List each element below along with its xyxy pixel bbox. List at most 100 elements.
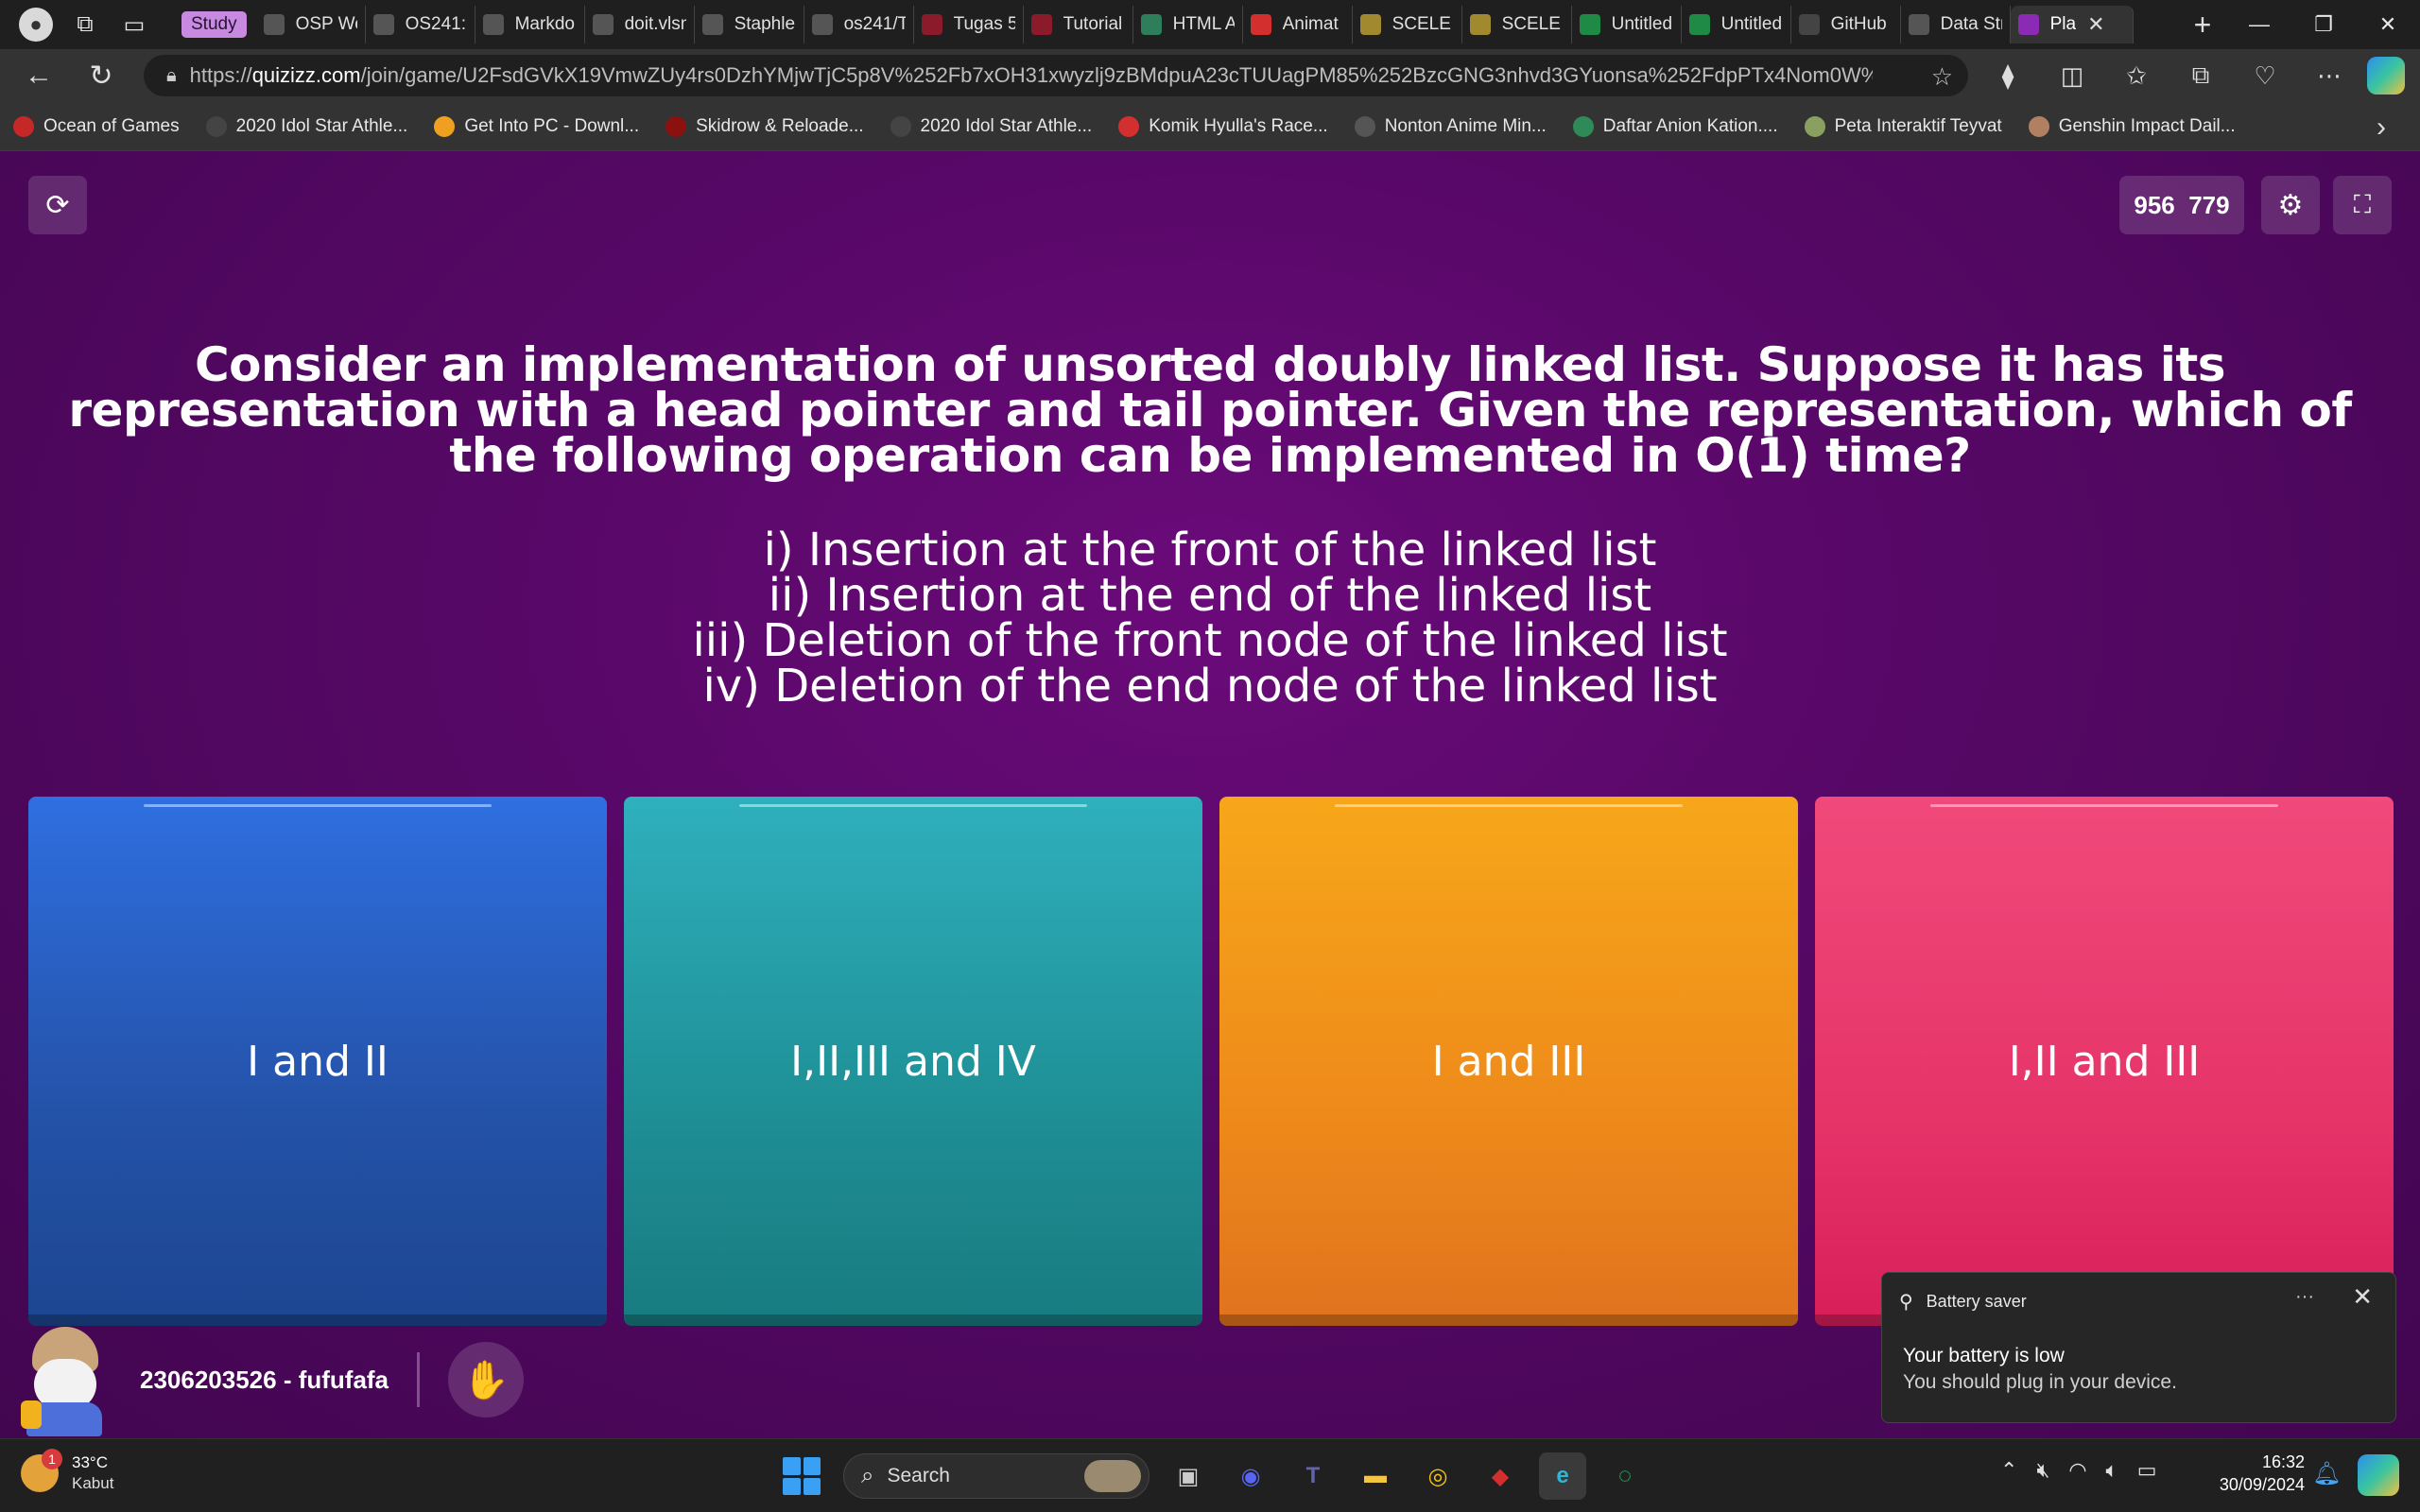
browser-essentials-icon[interactable]: ♡ (2233, 61, 2297, 91)
mcafee-icon[interactable]: ◆ (1477, 1452, 1524, 1500)
bookmark-item[interactable]: Komik Hyulla's Race... (1118, 115, 1328, 137)
workspaces-icon[interactable]: ⧉ (60, 0, 110, 49)
browser-tab[interactable]: OS241: (366, 6, 475, 43)
browser-tab[interactable]: Animat (1243, 6, 1353, 43)
bookmark-label: Peta Interaktif Teyvat (1834, 115, 2002, 136)
close-window-button[interactable]: ✕ (2356, 0, 2420, 49)
taskbar-apps: ⌕ Search ▣ ◉ T ▬ ◎ ◆ e ◌ (783, 1452, 1649, 1500)
browser-tab[interactable]: doit.vlsn (585, 6, 695, 43)
avatar (19, 1323, 123, 1436)
browser-tab[interactable]: OSP We (256, 6, 366, 43)
document-icon (1908, 14, 1929, 35)
vertical-tabs-icon[interactable]: ▭ (110, 0, 159, 49)
browser-tab[interactable]: GitHub (1791, 6, 1901, 43)
bookmark-item[interactable]: 2020 Idol Star Athle... (205, 115, 407, 137)
close-icon[interactable]: ✕ (2352, 1282, 2373, 1312)
restore-button[interactable]: ❐ (2291, 0, 2356, 49)
bookmark-item[interactable]: Genshin Impact Dail... (2028, 115, 2236, 137)
lock-icon[interactable]: 🔒︎ (166, 65, 177, 87)
browser-tab[interactable]: Markdo (475, 6, 585, 43)
bookmarks-overflow-chevron-icon[interactable]: › (2377, 112, 2386, 144)
tab-title: Tugas 5 (953, 14, 1015, 34)
bookmark-item[interactable]: Ocean of Games (13, 115, 180, 137)
battery-icon[interactable]: ▭ (2137, 1458, 2157, 1483)
circle-icon (205, 115, 227, 137)
battery-saver-notification[interactable]: ⚲ Battery saver ··· ✕ Your battery is lo… (1881, 1272, 2396, 1423)
whatsapp-icon[interactable]: ◌ (1601, 1452, 1649, 1500)
collections-icon[interactable]: ⧉ (2169, 60, 2233, 91)
bookmark-item[interactable]: Nonton Anime Min... (1354, 115, 1547, 137)
windows-start-icon[interactable] (783, 1457, 821, 1495)
map-icon (1804, 115, 1825, 137)
tab-group-label[interactable]: Study (182, 11, 247, 38)
option-i: i) Insertion at the front of the linked … (763, 524, 1657, 576)
norton-icon[interactable]: ◎ (1414, 1452, 1461, 1500)
weather-widget[interactable]: 1 33°C Kabut (21, 1449, 113, 1494)
reload-question-button[interactable]: ⟳ (28, 176, 87, 234)
mute-icon[interactable]: 🔇︎ (2036, 1458, 2049, 1483)
refresh-icon: ⟳ (45, 189, 70, 221)
refresh-button[interactable]: ↻ (70, 49, 132, 102)
tab-title: Markdo (514, 14, 575, 34)
bookmark-item[interactable]: Skidrow & Reloade... (666, 115, 864, 137)
copilot-taskbar-icon[interactable] (2358, 1454, 2399, 1496)
answer-card-3[interactable]: I and III (1219, 797, 1798, 1326)
copilot-icon[interactable] (2367, 57, 2405, 94)
file-explorer-icon[interactable]: ▬ (1352, 1452, 1399, 1500)
volume-icon[interactable]: 🔈︎ (2106, 1458, 2118, 1483)
clock[interactable]: 16:32 30/09/2024 (2206, 1451, 2305, 1496)
new-tab-button[interactable]: + (2178, 0, 2227, 49)
url-text[interactable]: https://quizizz.com/join/game/U2FsdGVkX1… (190, 63, 1873, 88)
edge-icon[interactable]: e (1539, 1452, 1586, 1500)
fullscreen-button[interactable]: ⛶ (2333, 176, 2392, 234)
teams-icon[interactable]: T (1289, 1452, 1337, 1500)
discord-icon[interactable]: ◉ (1227, 1452, 1274, 1500)
browser-tab[interactable]: Untitled (1572, 6, 1682, 43)
browser-tab[interactable]: SCELE F (1353, 6, 1462, 43)
bookmark-item[interactable]: Peta Interaktif Teyvat (1804, 115, 2002, 137)
browser-tab[interactable]: HTML A (1133, 6, 1243, 43)
back-button[interactable]: ← (8, 49, 70, 102)
raise-hand-button[interactable]: ✋ (448, 1342, 525, 1418)
browser-tab[interactable]: Staphler (695, 6, 804, 43)
answer-card-1[interactable]: I and II (28, 797, 607, 1326)
browser-tab[interactable]: Pla ✕ (2010, 6, 2134, 43)
favorite-star-icon[interactable]: ☆ (1931, 62, 1953, 92)
notification-title: Your battery is low (1903, 1345, 2065, 1366)
answer-label: I and II (247, 1037, 389, 1086)
notification-bell-icon[interactable]: 🔔︎ (2312, 1460, 2341, 1487)
answer-card-4[interactable]: I,II and III (1815, 797, 2394, 1326)
settings-button[interactable]: ⚙ (2261, 176, 2320, 234)
bookmarks-bar: Ocean of Games 2020 Idol Star Athle... Get… (0, 102, 2420, 151)
bookmark-item[interactable]: Daftar Anion Kation.... (1572, 115, 1778, 137)
taskbar-search[interactable]: ⌕ Search (843, 1453, 1150, 1499)
minimize-button[interactable]: — (2227, 0, 2291, 49)
browser-tab[interactable]: os241/T (804, 6, 914, 43)
toolbar-actions: ⧫ ◫ ✩ ⧉ ♡ ⋯ (1976, 49, 2405, 102)
close-tab-icon[interactable]: ✕ (2087, 12, 2104, 37)
tab-bar: ● ⧉ ▭ Study OSP WeOS241:Markdodoit.vlsnS… (0, 0, 2420, 49)
profile-button[interactable]: ● (11, 0, 60, 49)
bookmark-item[interactable]: Get Into PC - Downl... (434, 115, 639, 137)
bookmark-icon (1030, 14, 1052, 35)
bookmark-item[interactable]: 2020 Idol Star Athle... (890, 115, 1092, 137)
extensions-icon[interactable]: ⧫ (1976, 61, 2040, 91)
tab-title: OS241: (405, 14, 467, 34)
option-ii: ii) Insertion at the end of the linked l… (768, 569, 1652, 622)
favorites-icon[interactable]: ✩ (2104, 61, 2169, 91)
answer-card-2[interactable]: I,II,III and IV (624, 797, 1202, 1326)
browser-tab[interactable]: Untitled (1682, 6, 1791, 43)
more-menu-icon[interactable]: ⋯ (2297, 61, 2361, 91)
wifi-icon[interactable]: ◠ (2068, 1458, 2086, 1483)
browser-tab[interactable]: Tutorial (1024, 6, 1133, 43)
browser-tab[interactable]: Data Str (1901, 6, 2011, 43)
notification-more-icon[interactable]: ··· (2295, 1286, 2314, 1308)
url-field[interactable]: 🔒︎ https://quizizz.com/join/game/U2FsdGV… (144, 55, 1968, 96)
browser-tab[interactable]: Tugas 5 (914, 6, 1024, 43)
chevron-up-icon[interactable]: ⌃ (2000, 1458, 2017, 1483)
task-view-icon[interactable]: ▣ (1165, 1452, 1212, 1500)
browser-tab[interactable]: SCELE F (1462, 6, 1572, 43)
split-screen-icon[interactable]: ◫ (2040, 61, 2104, 91)
openai-icon (1798, 14, 1820, 35)
skull-icon (666, 115, 687, 137)
